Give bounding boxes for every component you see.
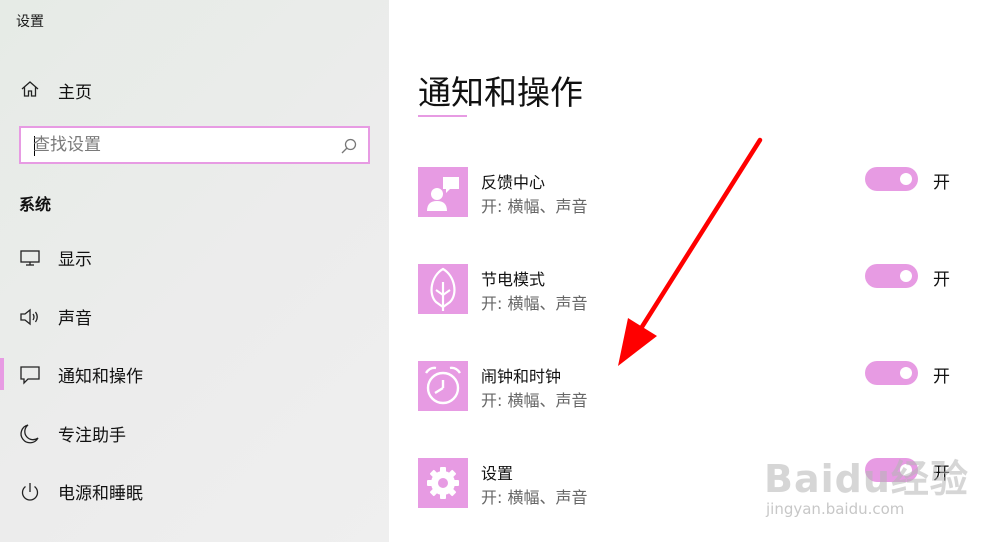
baidu-watermark: Baidu经验 jingyan.baidu.com: [764, 436, 994, 522]
selection-indicator: [0, 358, 4, 390]
app-notification-summary[interactable]: 开: 横幅、声音: [481, 193, 587, 217]
sidebar-item-label: 声音: [58, 309, 92, 329]
sidebar-item-label: 电源和睡眠: [58, 484, 143, 504]
sidebar-item-label: 显示: [58, 250, 92, 270]
sidebar: 设置 主页 系统 显示: [0, 0, 389, 542]
toggle-knob: [900, 270, 912, 282]
app-notification-summary[interactable]: 开: 横幅、声音: [481, 290, 587, 314]
settings-window: 设置 主页 系统 显示: [0, 0, 1000, 542]
watermark-url: jingyan.baidu.com: [766, 500, 905, 518]
monitor-icon: [20, 250, 40, 266]
app-row-feedback-hub[interactable]: 反馈中心 开: 横幅、声音 开: [418, 167, 988, 219]
gear-icon: [418, 458, 468, 508]
sidebar-item-focus-assist[interactable]: 专注助手: [0, 408, 389, 458]
watermark-brand: Baidu经验: [764, 457, 969, 501]
title-underline: [418, 115, 467, 117]
window-title: 设置: [16, 14, 44, 30]
app-name: 反馈中心: [481, 173, 546, 192]
toggle-state-label: 开: [933, 270, 950, 290]
app-notification-summary[interactable]: 开: 横幅、声音: [481, 387, 587, 411]
app-notification-summary[interactable]: 开: 横幅、声音: [481, 484, 587, 508]
sidebar-item-sound[interactable]: 声音: [0, 291, 389, 341]
battery-saver-toggle[interactable]: [865, 264, 918, 288]
app-name: 节电模式: [481, 270, 546, 289]
sidebar-item-notifications[interactable]: 通知和操作: [0, 349, 389, 399]
section-title: 系统: [19, 195, 52, 214]
alarm-clock-icon: [418, 361, 468, 411]
power-icon: [21, 483, 39, 501]
page-title: 通知和操作: [418, 73, 583, 112]
feedback-hub-icon: [418, 167, 468, 217]
speaker-icon: [20, 308, 38, 326]
toggle-knob: [900, 367, 912, 379]
search-box[interactable]: [19, 126, 370, 164]
sidebar-item-label: 通知和操作: [58, 367, 143, 387]
search-icon[interactable]: [340, 137, 358, 155]
app-name: 闹钟和时钟: [481, 367, 562, 386]
sidebar-item-power[interactable]: 电源和睡眠: [0, 466, 389, 516]
app-row-battery-saver[interactable]: 节电模式 开: 横幅、声音 开: [418, 264, 988, 316]
sidebar-item-label: 专注助手: [58, 426, 126, 446]
battery-saver-icon: [418, 264, 468, 314]
toggle-state-label: 开: [933, 173, 950, 193]
app-name: 设置: [481, 464, 514, 483]
home-label: 主页: [58, 83, 92, 103]
toggle-knob: [900, 173, 912, 185]
sidebar-item-display[interactable]: 显示: [0, 232, 389, 282]
home-icon: [21, 81, 39, 97]
app-row-alarms-clock[interactable]: 闹钟和时钟 开: 横幅、声音 开: [418, 361, 988, 413]
feedback-hub-toggle[interactable]: [865, 167, 918, 191]
search-input[interactable]: [33, 134, 333, 156]
moon-icon: [20, 424, 39, 444]
toggle-state-label: 开: [933, 367, 950, 387]
home-nav-item[interactable]: 主页: [0, 70, 389, 108]
notification-icon: [20, 366, 40, 385]
alarms-clock-toggle[interactable]: [865, 361, 918, 385]
